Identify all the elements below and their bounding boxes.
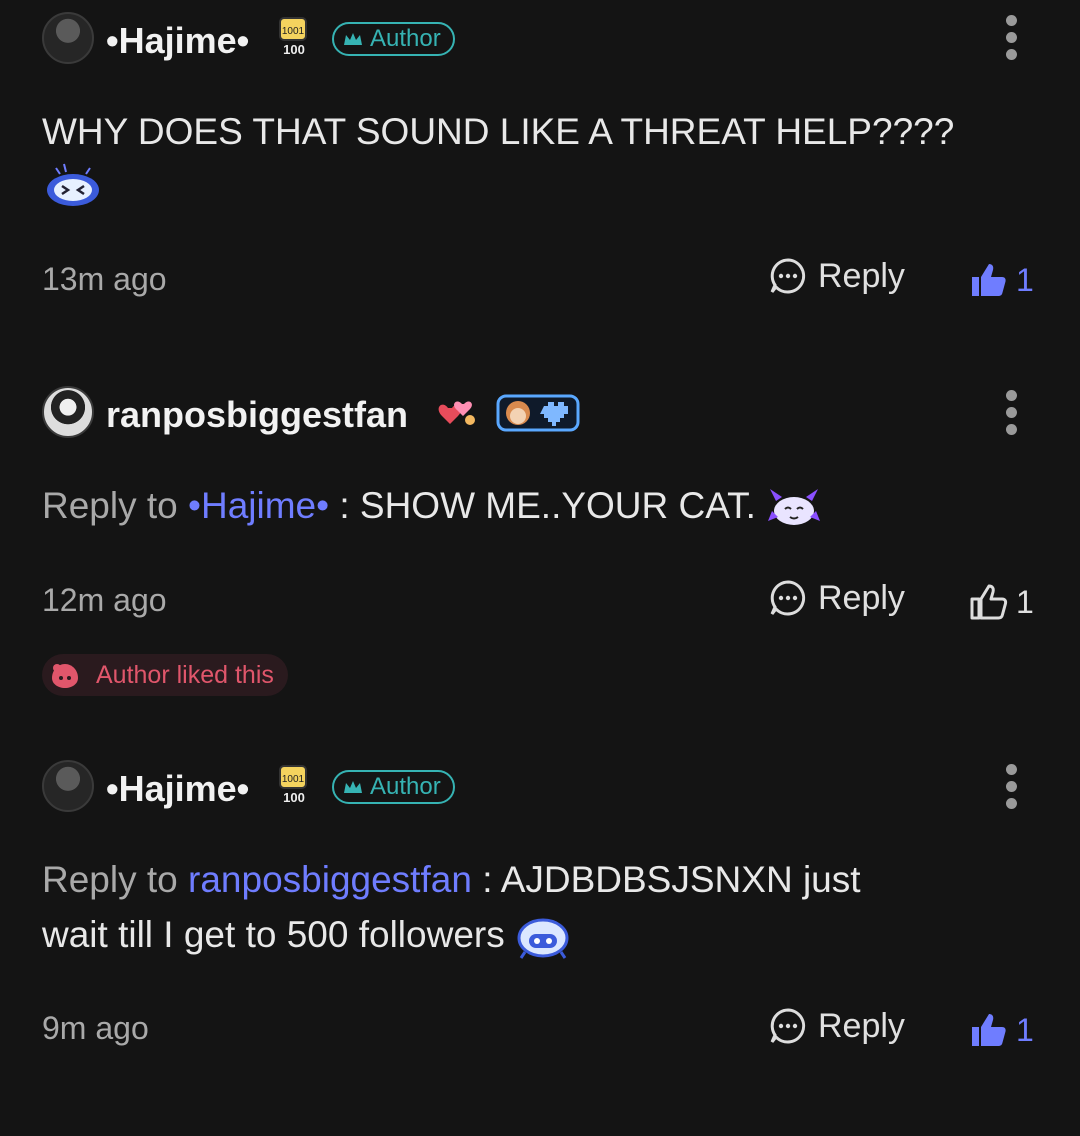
username[interactable]: •Hajime• <box>106 20 249 62</box>
reply-to-link[interactable]: ranposbiggestfan <box>188 859 472 900</box>
liked-blob-icon <box>52 664 78 688</box>
reply-label: Reply <box>818 1006 905 1045</box>
author-badge: Author <box>332 770 455 804</box>
level-100-badge-icon: 1001 100 <box>279 17 307 57</box>
chat-bubble-icon <box>770 580 806 616</box>
author-badge-label: Author <box>370 773 441 800</box>
username[interactable]: ranposbiggestfan <box>106 394 408 436</box>
hearts-badge-icon <box>438 401 475 425</box>
svg-text:100: 100 <box>283 42 305 57</box>
avatar[interactable] <box>42 386 94 438</box>
author-liked-label: Author liked this <box>96 660 274 689</box>
sticker-devil-icon <box>768 489 821 526</box>
comment-text: Reply to •Hajime• : SHOW ME..YOUR CAT. <box>42 478 822 533</box>
thumbs-up-filled-icon <box>972 1014 1006 1046</box>
like-count: 1 <box>1016 1011 1034 1048</box>
svg-text:100: 100 <box>283 790 305 805</box>
sticker-crying-icon <box>47 163 99 206</box>
author-badge-label: Author <box>370 25 441 52</box>
sticker-gamer-icon <box>517 918 569 960</box>
more-options-button[interactable] <box>1000 390 1022 441</box>
timestamp: 13m ago <box>42 261 167 297</box>
reply-label: Reply <box>818 578 905 617</box>
svg-text:1001: 1001 <box>282 774 305 785</box>
like-button[interactable]: 1 <box>968 1010 1034 1050</box>
username[interactable]: •Hajime• <box>106 768 249 810</box>
more-options-button[interactable] <box>1000 764 1022 815</box>
character-frame-badge-icon <box>496 394 580 432</box>
chat-bubble-icon <box>770 1008 806 1044</box>
timestamp: 9m ago <box>42 1010 149 1046</box>
like-count: 1 <box>1016 583 1034 620</box>
level-100-badge-icon: 1001 100 <box>279 765 307 805</box>
timestamp: 12m ago <box>42 582 167 618</box>
crown-icon <box>344 781 362 793</box>
svg-text:1001: 1001 <box>282 26 305 37</box>
author-liked-badge: Author liked this <box>42 654 288 696</box>
author-badge: Author <box>332 22 455 56</box>
avatar[interactable] <box>42 12 94 64</box>
reply-button[interactable]: Reply <box>768 256 905 296</box>
chat-bubble-icon <box>770 258 806 294</box>
crown-icon <box>344 33 362 45</box>
like-button[interactable]: 1 <box>968 260 1034 300</box>
reply-label: Reply <box>818 256 905 295</box>
comment-text: WHY DOES THAT SOUND LIKE A THREAT HELP??… <box>42 111 955 152</box>
more-options-button[interactable] <box>1000 15 1022 66</box>
thumbs-up-filled-icon <box>972 264 1006 296</box>
thumbs-up-outline-icon <box>970 584 1008 620</box>
reply-to-link[interactable]: •Hajime• <box>188 485 329 526</box>
avatar[interactable] <box>42 760 94 812</box>
like-count: 1 <box>1016 261 1034 298</box>
reply-button[interactable]: Reply <box>768 578 905 618</box>
reply-button[interactable]: Reply <box>768 1006 905 1046</box>
like-button[interactable]: 1 <box>968 582 1034 622</box>
comment-text: Reply to ranposbiggestfan : AJDBDBSJSNXN… <box>42 852 861 962</box>
